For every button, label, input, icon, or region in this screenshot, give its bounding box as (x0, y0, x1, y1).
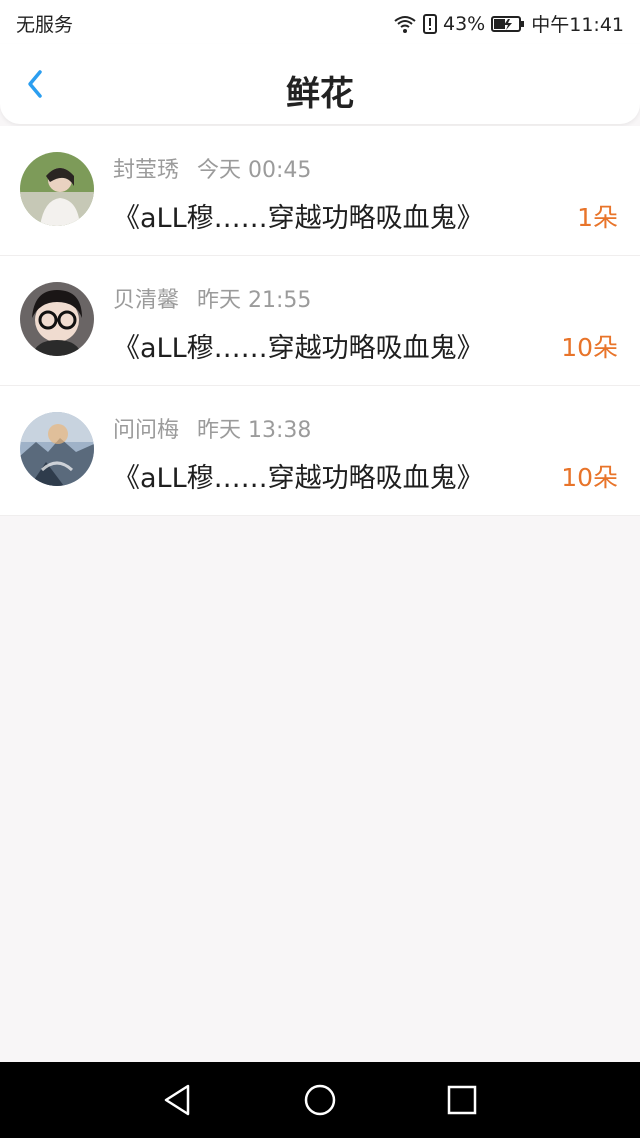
meta: 问问梅 昨天 13:38 (113, 412, 311, 444)
list-item[interactable]: 贝清馨 昨天 21:55 《aLL穆……穿越功略吸血鬼》 10朵 (0, 256, 640, 386)
clock-time: 中午11:41 (531, 14, 624, 36)
book-title[interactable]: 《aLL穆……穿越功略吸血鬼》 (113, 196, 484, 235)
system-nav-bar (0, 1062, 640, 1138)
book-title[interactable]: 《aLL穆……穿越功略吸血鬼》 (113, 456, 484, 495)
book-title[interactable]: 《aLL穆……穿越功略吸血鬼》 (113, 326, 484, 365)
flower-count: 10朵 (561, 333, 618, 362)
send-time: 今天 00:45 (197, 158, 312, 183)
sender-name: 封莹琇 (113, 158, 180, 183)
meta: 贝清馨 昨天 21:55 (113, 282, 311, 314)
wifi-icon (393, 14, 417, 34)
avatar[interactable] (20, 152, 94, 226)
battery-charging-icon (491, 15, 525, 33)
avatar[interactable] (20, 282, 94, 356)
status-bar: 无服务 43% 中午11:41 (0, 0, 640, 44)
flower-count: 1朵 (577, 203, 618, 232)
sender-name: 问问梅 (113, 418, 180, 443)
flower-record-list: 封莹琇 今天 00:45 《aLL穆……穿越功略吸血鬼》 1朵 贝清馨 昨天 2… (0, 126, 640, 516)
meta: 封莹琇 今天 00:45 (113, 152, 311, 184)
sender-name: 贝清馨 (113, 288, 180, 313)
list-item[interactable]: 封莹琇 今天 00:45 《aLL穆……穿越功略吸血鬼》 1朵 (0, 126, 640, 256)
send-time: 昨天 13:38 (197, 418, 312, 443)
list-item[interactable]: 问问梅 昨天 13:38 《aLL穆……穿越功略吸血鬼》 10朵 (0, 386, 640, 516)
status-icons: 43% 中午11:41 (393, 10, 624, 37)
flower-count: 10朵 (561, 463, 618, 492)
send-time: 昨天 21:55 (197, 288, 312, 313)
back-triangle-icon[interactable] (160, 1082, 196, 1118)
recents-square-icon[interactable] (444, 1082, 480, 1118)
page-title: 鲜花 (286, 74, 354, 114)
avatar[interactable] (20, 412, 94, 486)
header: 鲜花 (0, 44, 640, 124)
home-circle-icon[interactable] (302, 1082, 338, 1118)
carrier-text: 无服务 (16, 14, 74, 36)
battery-percent: 43% (443, 12, 486, 35)
alert-icon (423, 13, 437, 34)
